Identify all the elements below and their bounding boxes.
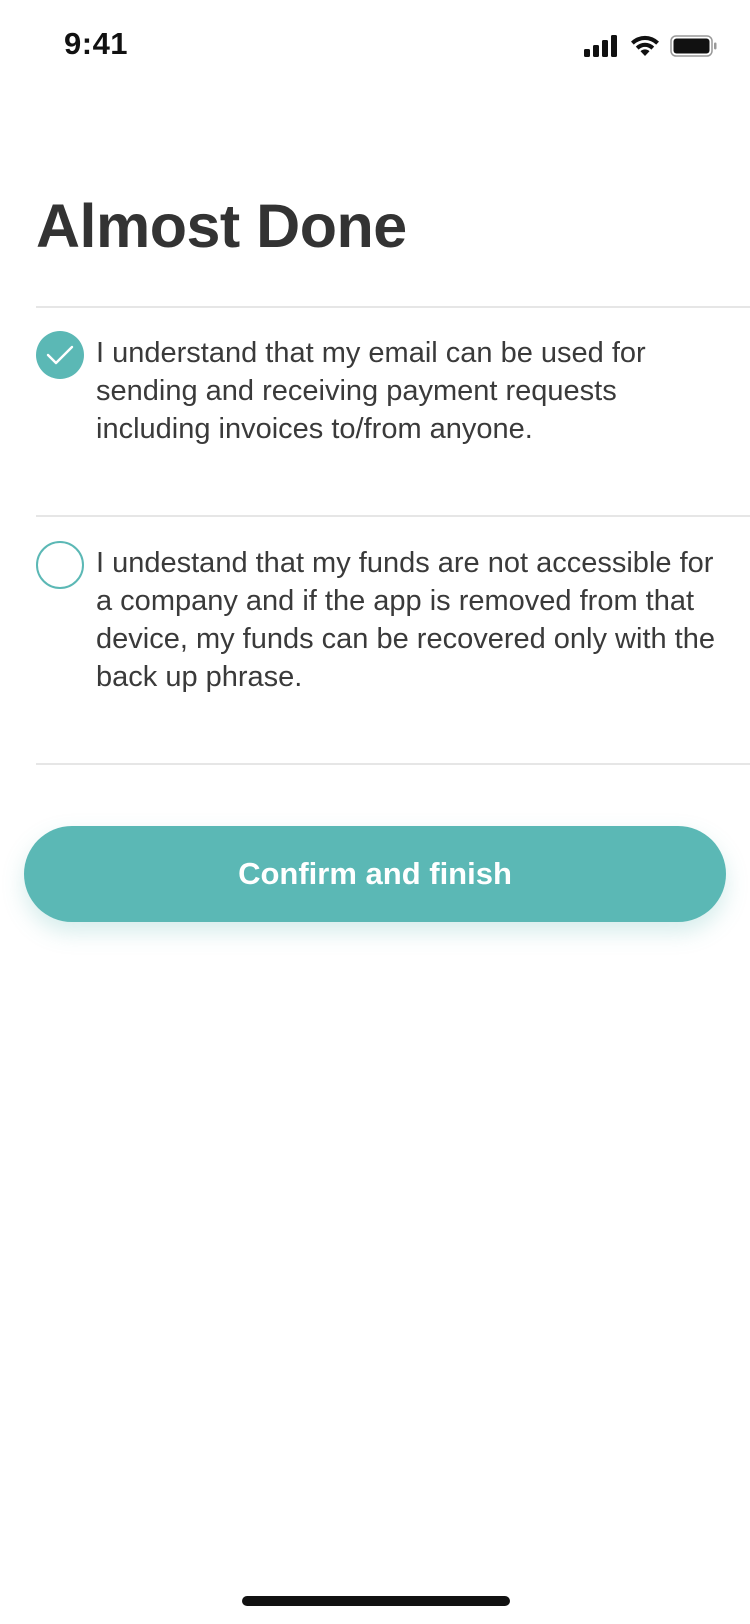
confirm-and-finish-button[interactable]: Confirm and finish <box>24 826 726 922</box>
agreement-funds-text: I undestand that my funds are not access… <box>96 547 715 693</box>
wifi-icon <box>630 35 660 57</box>
home-indicator <box>242 1596 510 1606</box>
cellular-signal-icon <box>584 35 620 57</box>
agreement-email-text: I understand that my email can be used f… <box>96 337 646 445</box>
divider <box>36 306 750 308</box>
checkbox-checked[interactable] <box>36 331 84 379</box>
battery-icon <box>670 35 718 57</box>
page-title: Almost Done <box>36 192 407 260</box>
checkmark-icon <box>46 345 74 365</box>
status-bar: 9:41 <box>0 0 750 90</box>
divider <box>36 515 750 517</box>
divider <box>36 763 750 765</box>
status-time: 9:41 <box>64 26 129 61</box>
checkbox-unchecked[interactable] <box>36 541 84 589</box>
status-icons <box>584 32 718 60</box>
